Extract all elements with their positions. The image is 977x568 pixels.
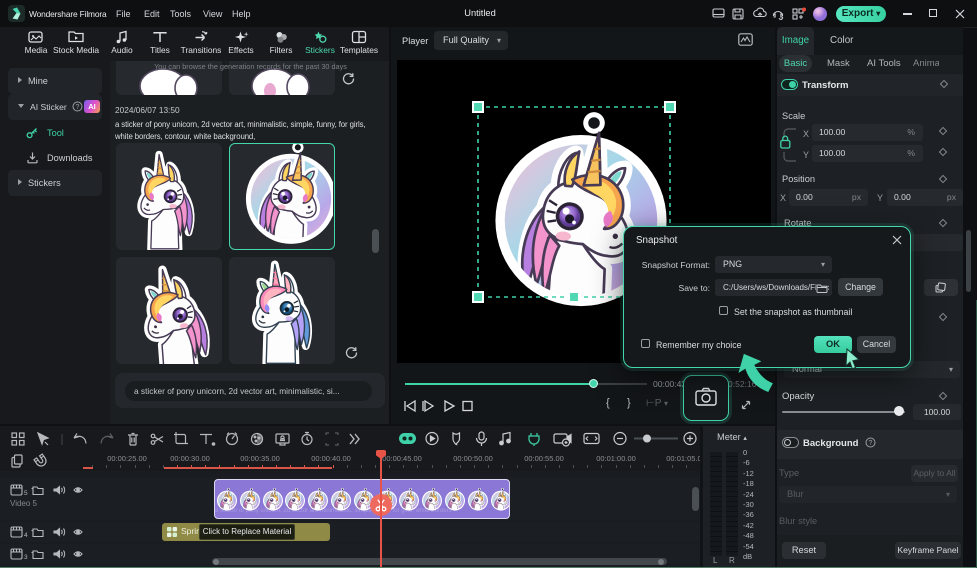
svg-text:?: ? [76,104,80,111]
svg-text:5: 5 [24,490,28,497]
svg-text:3: 3 [24,554,28,561]
svg-text:4: 4 [24,532,28,539]
svg-text:?: ? [869,440,873,447]
